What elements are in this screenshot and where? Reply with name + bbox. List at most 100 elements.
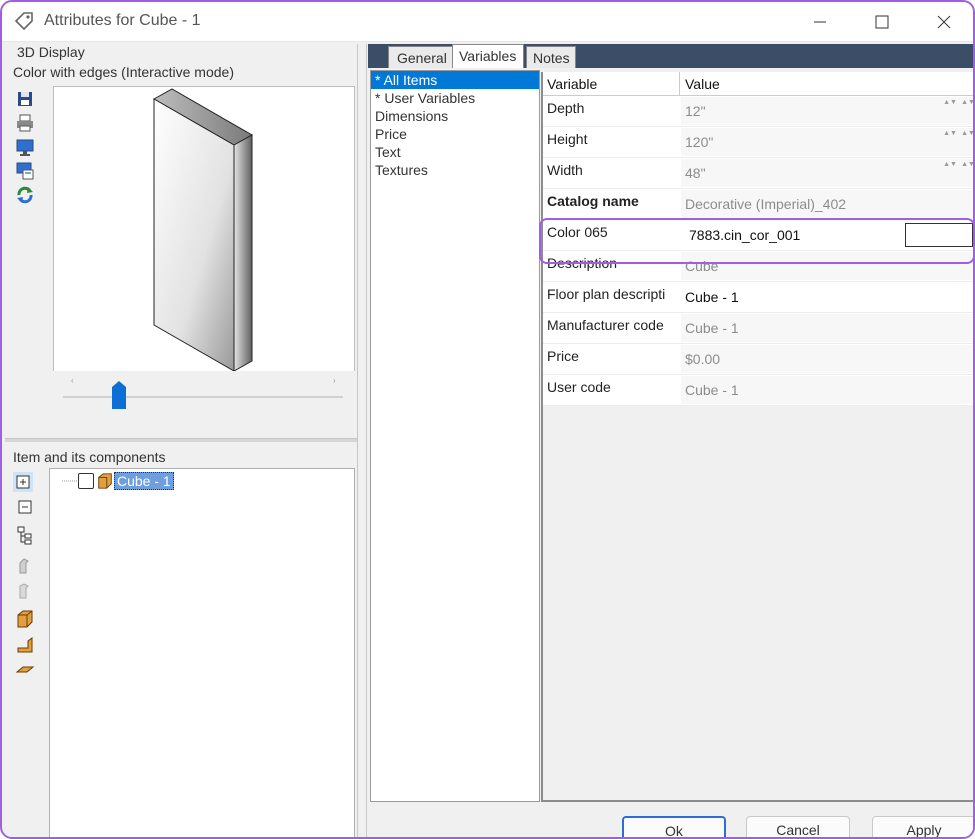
apply-button[interactable]: Apply [872,816,973,837]
table-row[interactable]: Floor plan descripti Cube - 1 [543,282,973,313]
close-button[interactable] [921,6,967,38]
category-list[interactable]: * All Items * User Variables Dimensions … [370,70,540,802]
row-value-text: Cube - 1 [685,320,739,336]
column-header-variable: Variable [547,76,598,92]
variables-grid: Variable Value Depth 12" ▲▼ ▲▼ Height 12… [539,72,973,802]
right-panel: General Variables Notes * All Items * Us… [368,44,973,837]
row-value-text: Cube [685,258,719,274]
attributes-window: Attributes for Cube - 1 3D Display Color… [0,0,975,839]
tab-variables[interactable]: Variables [452,44,524,68]
row-name: User code [547,379,611,395]
components-group-label: Item and its components [13,449,166,465]
cube-3d-render [152,88,254,372]
table-row[interactable]: Manufacturer code Cube - 1 [543,313,973,344]
row-value-text: Cube - 1 [685,289,739,305]
close-icon [937,15,951,29]
category-item-price[interactable]: Price [371,125,539,143]
grid-header: Variable Value [543,72,973,96]
row-name: Width [547,162,583,178]
view-slider[interactable]: ‹ › [53,371,355,439]
row-value[interactable]: Cube - 1 [681,314,973,342]
spinner-up-down-icon[interactable]: ▲▼ [961,99,973,123]
spinner-up-down-icon[interactable]: ▲▼ [961,130,973,154]
category-item-dimensions[interactable]: Dimensions [371,107,539,125]
expand-all-icon[interactable] [13,472,33,492]
table-row[interactable]: Height 120" ▲▼ ▲▼ [543,127,973,158]
row-name: Floor plan descripti [547,286,666,302]
tab-strip: General Variables Notes [368,44,973,68]
row-value[interactable]: Decorative (Imperial)_402 [681,190,973,218]
row-value-text: 48" [685,165,706,181]
row-value-text: 12" [685,103,706,119]
monitor-icon[interactable] [15,137,35,157]
cancel-button[interactable]: Cancel [746,816,850,837]
slider-track[interactable]: ‹ › [53,371,355,439]
spinner-up-down-icon[interactable]: ▲▼ [961,161,973,185]
tree-node-checkbox[interactable] [78,473,94,489]
ok-button[interactable]: Ok [622,816,726,837]
row-name: Catalog name [547,193,639,209]
row-name: Color 065 [547,224,608,240]
tab-notes[interactable]: Notes [526,46,576,68]
horizontal-splitter[interactable] [5,438,357,442]
3d-preview-viewport[interactable] [53,86,355,372]
row-value-text: Cube - 1 [685,382,739,398]
category-item-text[interactable]: Text [371,143,539,161]
spinner-up-down-icon[interactable]: ▲▼ [943,99,957,123]
screen-copy-icon[interactable] [15,161,35,181]
maximize-icon [875,15,889,29]
category-item-all-items[interactable]: * All Items [371,71,539,89]
table-row[interactable]: Price $0.00 [543,344,973,375]
table-row[interactable]: Depth 12" ▲▼ ▲▼ [543,96,973,127]
collapse-all-icon[interactable] [15,497,35,517]
color-swatch[interactable] [905,223,973,247]
row-value-text: 120" [685,134,714,150]
column-header-value: Value [685,76,720,92]
row-name: Depth [547,100,585,116]
tree-node-label[interactable]: Cube - 1 [114,472,174,490]
row-value-input[interactable]: 7883.cin_cor_001 [681,221,973,249]
category-item-textures[interactable]: Textures [371,161,539,179]
table-row[interactable]: Catalog name Decorative (Imperial)_402 [543,189,973,220]
row-value[interactable]: 120" ▲▼ ▲▼ [681,128,973,156]
row-value-text: 7883.cin_cor_001 [689,227,801,243]
minimize-icon [814,21,826,23]
row-name: Description [547,255,618,271]
row-value[interactable]: Cube - 1 [681,376,973,404]
row-name: Height [547,131,588,147]
table-row[interactable]: Width 48" ▲▼ ▲▼ [543,158,973,189]
dialog-buttons: Ok Cancel Apply [368,802,973,837]
display-mode-label: Color with edges (Interactive mode) [13,64,234,80]
title-bar[interactable]: Attributes for Cube - 1 [2,2,973,42]
save-icon[interactable] [15,89,35,109]
row-value[interactable]: Cube [681,252,973,280]
minimize-button[interactable] [797,6,843,38]
vertical-splitter[interactable] [357,44,367,837]
tool-disabled-2-icon[interactable] [15,580,35,600]
cube-3d-icon [98,473,112,489]
maximize-button[interactable] [859,6,905,38]
left-panel: 3D Display Color with edges (Interactive… [5,44,357,837]
row-value[interactable]: 48" ▲▼ ▲▼ [681,159,973,187]
row-value-text: $0.00 [685,351,721,367]
row-value[interactable]: 12" ▲▼ ▲▼ [681,97,973,125]
category-item-user-variables[interactable]: * User Variables [371,89,539,107]
corner-piece-icon[interactable] [15,635,35,655]
print-icon[interactable] [15,113,35,133]
table-row[interactable]: Color 065 7883.cin_cor_001 [543,220,973,251]
tool-disabled-icon[interactable] [15,555,35,575]
row-value[interactable]: $0.00 [681,345,973,373]
table-row[interactable]: Description Cube [543,251,973,282]
flat-piece-icon[interactable] [15,658,35,678]
table-row[interactable]: User code Cube - 1 [543,375,973,406]
spinner-up-down-icon[interactable]: ▲▼ [943,130,957,154]
spinner-up-down-icon[interactable]: ▲▼ [943,161,957,185]
window-title: Attributes for Cube - 1 [44,12,201,29]
slider-thumb[interactable] [112,381,126,409]
refresh-icon[interactable] [15,185,35,205]
row-name: Manufacturer code [547,317,664,333]
row-value-input[interactable]: Cube - 1 [681,283,973,311]
cube-3d-icon[interactable] [15,609,35,629]
components-tree[interactable]: Cube - 1 [49,468,355,837]
tree-structure-icon[interactable] [15,525,35,545]
